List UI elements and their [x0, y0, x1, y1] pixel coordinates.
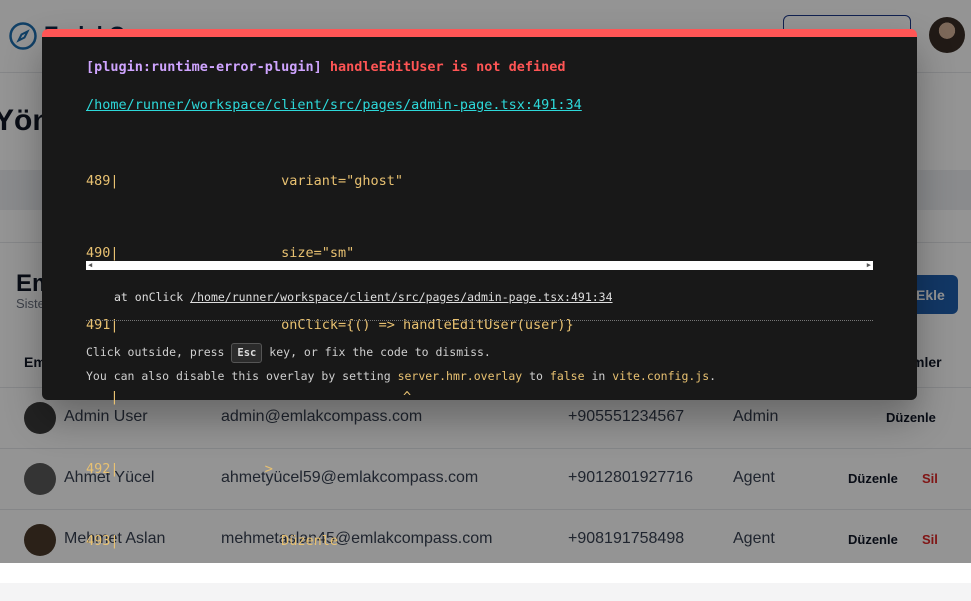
tip-text: key, or fix the code to dismiss. — [262, 345, 491, 359]
config-value: false — [549, 369, 585, 383]
stack-prefix: at onClick — [114, 290, 191, 304]
config-tip: You can also disable this overlay by set… — [86, 369, 716, 383]
scroll-right-icon[interactable]: ▶ — [867, 261, 871, 270]
tip-text: to — [522, 369, 550, 383]
code-line: | ^ — [86, 389, 412, 405]
stack-trace: at onClick /home/runner/workspace/client… — [114, 290, 613, 304]
scroll-left-icon[interactable]: ◀ — [88, 261, 92, 270]
tip-text: in — [584, 369, 613, 383]
tip-text: Click outside, press — [86, 345, 232, 359]
tip-text: You can also disable this overlay by set… — [86, 369, 398, 383]
error-overlay: [plugin:runtime-error-plugin] handleEdit… — [42, 29, 917, 549]
code-line: 489| variant="ghost" — [86, 173, 403, 189]
code-line: 493| Düzenle — [86, 533, 338, 549]
esc-key: Esc — [231, 343, 263, 363]
divider — [86, 320, 873, 321]
error-title: [plugin:runtime-error-plugin] handleEdit… — [86, 59, 566, 75]
config-file: vite.config.js — [612, 369, 710, 383]
code-line: 492| > — [86, 461, 273, 477]
error-file-link[interactable]: /home/runner/workspace/client/src/pages/… — [86, 97, 582, 113]
config-key: server.hmr.overlay — [397, 369, 523, 383]
stack-file-link[interactable]: /home/runner/workspace/client/src/pages/… — [190, 290, 612, 304]
dismiss-tip: Click outside, press Esc key, or fix the… — [86, 343, 491, 363]
plugin-label: [plugin:runtime-error-plugin] — [86, 59, 322, 75]
code-line: 491| onClick={() => handleEditUser(user)… — [86, 317, 574, 333]
tip-text: . — [709, 369, 717, 383]
error-message: handleEditUser is not defined — [329, 59, 566, 75]
horizontal-scrollbar[interactable]: ◀ ▶ — [86, 261, 873, 270]
